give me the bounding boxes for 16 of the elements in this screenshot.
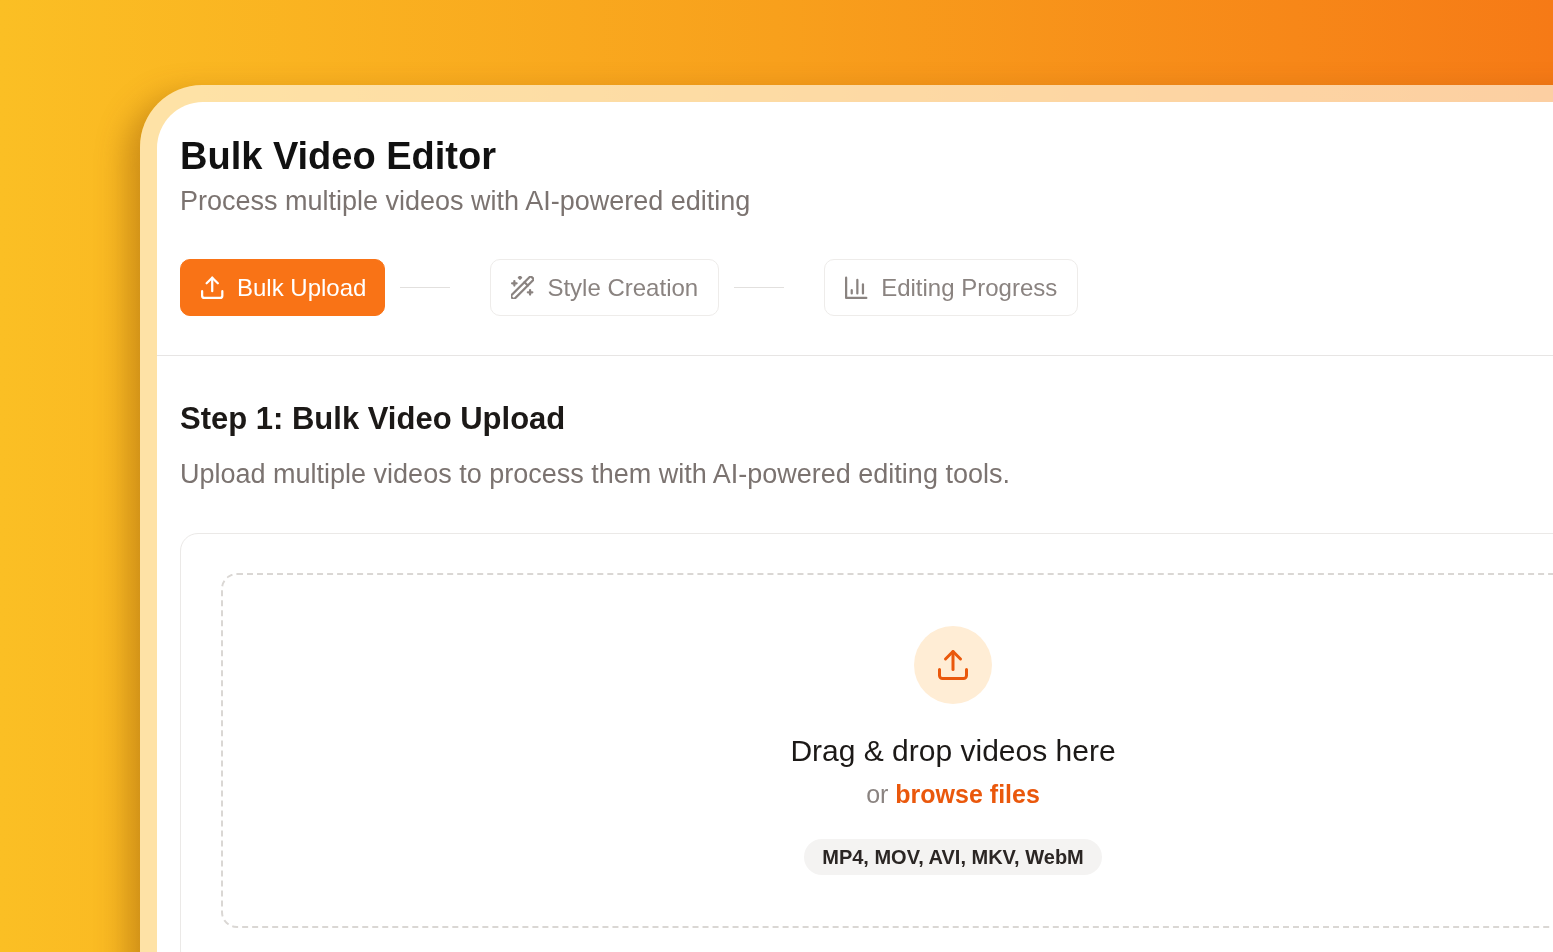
upload-icon — [201, 276, 224, 299]
section-description: Upload multiple videos to process them with AI-powered editing tools. — [180, 458, 1010, 490]
app-title: Bulk Video Editor — [180, 135, 496, 177]
bar-chart-icon — [845, 276, 869, 299]
section-heading: Step 1: Bulk Video Upload — [180, 401, 566, 437]
magic-wand-icon — [511, 276, 535, 299]
drop-prompt: Drag & drop videos here — [790, 733, 1116, 769]
drop-zone[interactable]: Drag & drop videos here or browse files MP4, MOV, AVI, MKV, WebM — [221, 573, 1553, 928]
browse-files-link[interactable]: browse files — [895, 780, 1040, 808]
step-tab[interactable]: Editing Progress — [824, 259, 1079, 316]
step-tab[interactable]: Bulk Upload — [180, 259, 386, 316]
format-list: MP4, MOV, AVI, MKV, WebM — [804, 839, 1102, 875]
upload-icon — [914, 626, 992, 704]
browse-prompt: or browse files — [866, 779, 1040, 810]
step-tab[interactable]: Style Creation — [490, 259, 720, 316]
app-subtitle: Process multiple videos with AI-powered editing — [180, 185, 751, 217]
